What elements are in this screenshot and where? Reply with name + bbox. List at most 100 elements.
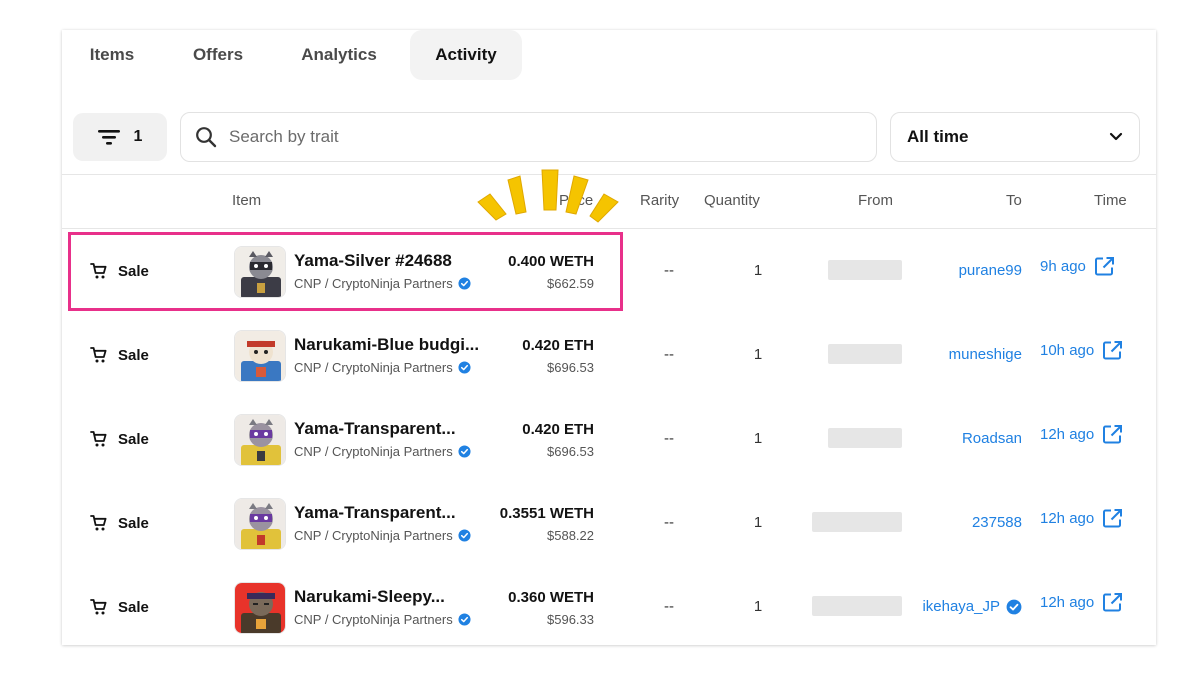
price-usd: $696.53 [547, 360, 594, 375]
item-collection[interactable]: CNP / CryptoNinja Partners [294, 444, 471, 459]
cart-icon [90, 431, 107, 447]
time-cell[interactable]: 10h ago [1040, 340, 1123, 361]
price-usd: $696.53 [547, 444, 594, 459]
event-type: Sale [90, 229, 149, 313]
time-cell[interactable]: 12h ago [1040, 508, 1123, 529]
table-row[interactable]: Sale Narukami-Sleepy... CNP / CryptoNinj… [62, 565, 1156, 645]
item-collection[interactable]: CNP / CryptoNinja Partners [294, 276, 471, 291]
item-name[interactable]: Yama-Transparent... [294, 503, 456, 523]
table-row[interactable]: Sale Yama-Transparent... CNP / CryptoNin… [62, 481, 1156, 565]
event-label: Sale [118, 598, 149, 616]
cart-icon [90, 515, 107, 531]
cart-icon [90, 263, 107, 279]
tab-activity[interactable]: Activity [410, 30, 522, 80]
time-ago[interactable]: 12h ago [1040, 594, 1094, 611]
item-name[interactable]: Yama-Transparent... [294, 419, 456, 439]
item-collection[interactable]: CNP / CryptoNinja Partners [294, 528, 471, 543]
event-type: Sale [90, 481, 149, 565]
nft-thumbnail[interactable] [234, 330, 286, 382]
quantity-value: 1 [753, 346, 763, 363]
filter-count: 1 [133, 128, 143, 145]
tab-items[interactable]: Items [68, 30, 156, 80]
nft-thumbnail[interactable] [234, 414, 286, 466]
nft-thumbnail[interactable] [234, 246, 286, 298]
time-ago[interactable]: 10h ago [1040, 342, 1094, 359]
cart-icon [90, 599, 107, 615]
to-account-name[interactable]: 237588 [972, 514, 1022, 531]
item-name[interactable]: Narukami-Sleepy... [294, 587, 445, 607]
event-type: Sale [90, 397, 149, 481]
rarity-value: -- [664, 262, 674, 279]
table-row[interactable]: Sale Narukami-Blue budgi... CNP / Crypto… [62, 313, 1156, 397]
to-account-name[interactable]: Roadsan [962, 430, 1022, 447]
to-account[interactable]: Roadsan [962, 430, 1022, 447]
activity-panel: Items Offers Analytics Activity 1 All ti… [62, 30, 1156, 645]
price-crypto: 0.3551 WETH [499, 505, 594, 522]
filter-lines-icon [97, 130, 120, 145]
time-ago[interactable]: 12h ago [1040, 510, 1094, 527]
collection-name: CNP / CryptoNinja Partners [294, 276, 453, 291]
header-from: From [858, 192, 893, 209]
table-row[interactable]: Sale Yama-Silver #24688 CNP / CryptoNinj… [62, 229, 1156, 313]
time-ago[interactable]: 12h ago [1040, 426, 1094, 443]
event-label: Sale [118, 514, 149, 532]
time-range-value: All time [907, 127, 969, 146]
price-crypto: 0.360 WETH [508, 589, 594, 606]
time-cell[interactable]: 12h ago [1040, 592, 1123, 613]
from-address-redacted [828, 428, 902, 448]
verified-badge-icon [458, 529, 471, 542]
time-range-select[interactable]: All time [890, 112, 1140, 162]
external-link-icon[interactable] [1094, 256, 1115, 277]
to-account[interactable]: 237588 [972, 514, 1022, 531]
tab-offers[interactable]: Offers [172, 30, 264, 80]
to-account[interactable]: purane99 [959, 262, 1022, 279]
filter-button[interactable]: 1 [73, 113, 167, 161]
nft-thumbnail[interactable] [234, 582, 286, 634]
external-link-icon[interactable] [1102, 508, 1123, 529]
verified-badge-icon [1006, 599, 1022, 614]
header-quantity: Quantity [704, 192, 760, 209]
search-icon [196, 127, 217, 148]
item-name[interactable]: Yama-Silver #24688 [294, 251, 452, 271]
price-usd: $662.59 [547, 276, 594, 291]
verified-badge-icon [458, 613, 471, 626]
collection-name: CNP / CryptoNinja Partners [294, 444, 453, 459]
event-label: Sale [118, 430, 149, 448]
price-usd: $588.22 [547, 528, 594, 543]
external-link-icon[interactable] [1102, 340, 1123, 361]
collection-name: CNP / CryptoNinja Partners [294, 612, 453, 627]
header-item: Item [232, 192, 262, 209]
item-collection[interactable]: CNP / CryptoNinja Partners [294, 360, 471, 375]
search-input[interactable] [229, 127, 829, 147]
nft-thumbnail[interactable] [234, 498, 286, 550]
price-usd: $596.33 [547, 612, 594, 627]
chevron-down-icon [1109, 132, 1123, 141]
external-link-icon[interactable] [1102, 424, 1123, 445]
from-address-redacted [828, 344, 902, 364]
quantity-value: 1 [753, 430, 763, 447]
event-type: Sale [90, 313, 149, 397]
to-account[interactable]: ikehaya_JP [922, 598, 1022, 615]
event-type: Sale [90, 565, 149, 645]
to-account-name[interactable]: purane99 [959, 262, 1022, 279]
collection-name: CNP / CryptoNinja Partners [294, 360, 453, 375]
search-box[interactable] [180, 112, 877, 162]
item-name[interactable]: Narukami-Blue budgi... [294, 335, 479, 355]
rarity-value: -- [664, 346, 674, 363]
external-link-icon[interactable] [1102, 592, 1123, 613]
quantity-value: 1 [753, 514, 763, 531]
to-account-name[interactable]: muneshige [949, 346, 1022, 363]
price-crypto: 0.400 WETH [508, 253, 594, 270]
event-label: Sale [118, 346, 149, 364]
time-ago[interactable]: 9h ago [1040, 258, 1086, 275]
table-row[interactable]: Sale Yama-Transparent... CNP / CryptoNin… [62, 397, 1156, 481]
event-label: Sale [118, 262, 149, 280]
to-account-name[interactable]: ikehaya_JP [922, 598, 1000, 615]
time-cell[interactable]: 12h ago [1040, 424, 1123, 445]
price-crypto: 0.420 ETH [522, 337, 594, 354]
item-collection[interactable]: CNP / CryptoNinja Partners [294, 612, 471, 627]
to-account[interactable]: muneshige [949, 346, 1022, 363]
tab-analytics[interactable]: Analytics [284, 30, 394, 80]
time-cell[interactable]: 9h ago [1040, 256, 1115, 277]
quantity-value: 1 [753, 598, 763, 615]
